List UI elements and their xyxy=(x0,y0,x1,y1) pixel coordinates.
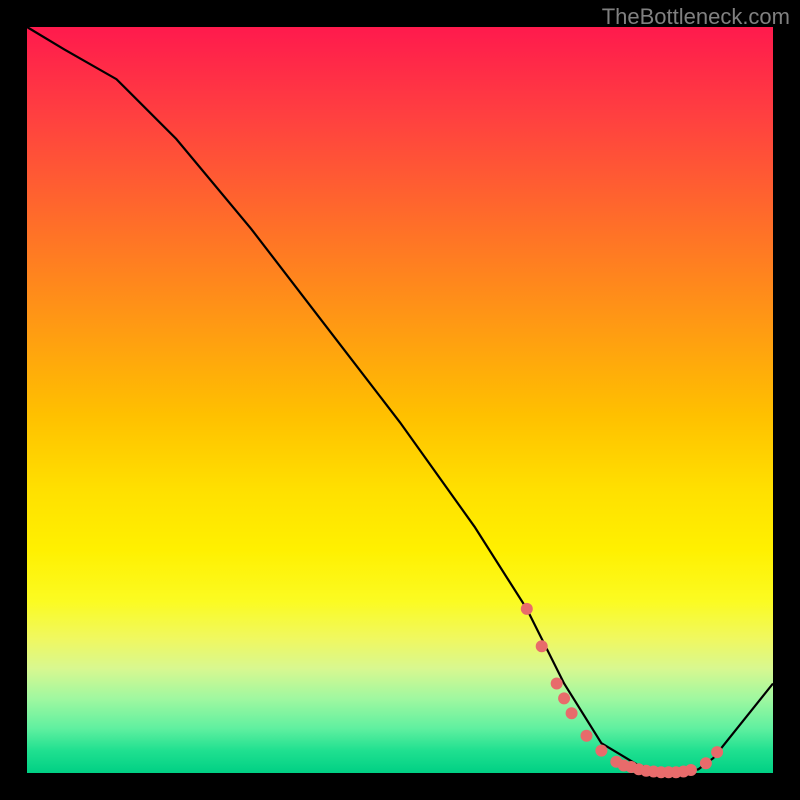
chart-svg xyxy=(27,27,773,773)
marker-dot xyxy=(551,678,563,690)
marker-dot xyxy=(595,745,607,757)
bottleneck-curve-line xyxy=(27,27,773,773)
marker-dot xyxy=(521,603,533,615)
marker-dot xyxy=(566,707,578,719)
marker-dot xyxy=(558,692,570,704)
marker-dot xyxy=(711,746,723,758)
marker-dot xyxy=(581,730,593,742)
watermark-text: TheBottleneck.com xyxy=(602,4,790,30)
marker-dot xyxy=(536,640,548,652)
marker-dot xyxy=(700,757,712,769)
highlight-markers xyxy=(521,603,723,778)
chart-plot-area xyxy=(27,27,773,773)
marker-dot xyxy=(685,764,697,776)
